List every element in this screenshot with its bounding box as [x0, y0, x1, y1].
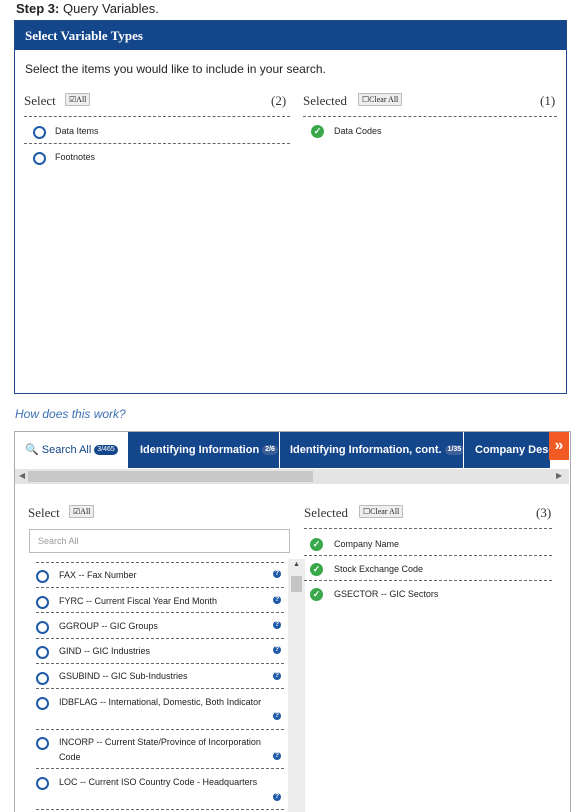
radio-icon[interactable]: [33, 126, 46, 139]
radio-icon[interactable]: [36, 672, 49, 685]
radio-icon[interactable]: [36, 621, 49, 634]
radio-icon[interactable]: [36, 697, 49, 710]
instruction-text: Select the items you would like to inclu…: [25, 62, 326, 76]
tab-search-all[interactable]: 🔍 Search All 3/465: [15, 432, 127, 468]
scroll-right-icon[interactable]: ▶: [556, 471, 562, 480]
check-icon[interactable]: ✓: [311, 125, 324, 138]
list-item[interactable]: Footnotes: [55, 152, 95, 162]
divider: [36, 729, 284, 730]
list-item[interactable]: GSUBIND -- GIC Sub-Industries: [59, 671, 188, 681]
step-heading: Step 3: Query Variables.: [16, 1, 159, 16]
scrollbar-thumb[interactable]: [28, 471, 313, 482]
selected-heading: Selected: [303, 93, 348, 108]
radio-icon[interactable]: [36, 570, 49, 583]
divider: [24, 143, 290, 144]
select-count: (2): [271, 93, 287, 108]
radio-icon[interactable]: [36, 737, 49, 750]
divider: [36, 587, 284, 588]
check-icon[interactable]: ✓: [310, 563, 323, 576]
divider: [36, 688, 284, 689]
help-icon[interactable]: ?: [273, 752, 281, 760]
search-icon: 🔍: [25, 444, 39, 456]
vertical-scrollbar[interactable]: ▲: [288, 559, 305, 812]
chevron-right-icon[interactable]: »: [549, 432, 569, 460]
divider: [36, 612, 284, 613]
divider: [304, 580, 552, 581]
radio-icon[interactable]: [36, 777, 49, 790]
selected-item[interactable]: GSECTOR -- GIC Sectors: [334, 589, 438, 599]
how-does-this-work-link[interactable]: How does this work?: [15, 407, 126, 421]
select-heading: Select: [24, 93, 56, 108]
check-icon[interactable]: ✓: [310, 538, 323, 551]
selected-item[interactable]: Data Codes: [334, 126, 382, 136]
horizontal-scrollbar[interactable]: ◀ ▶: [15, 469, 569, 484]
list-item[interactable]: GGROUP -- GIC Groups: [59, 621, 158, 631]
clear-all-button[interactable]: ☐Clear All: [358, 93, 403, 106]
help-icon[interactable]: ?: [273, 621, 281, 629]
selected-heading: Selected: [304, 505, 349, 520]
list-item[interactable]: INCORP -- Current State/Province of Inco…: [59, 737, 261, 747]
list-item[interactable]: LOC -- Current ISO Country Code - Headqu…: [59, 777, 257, 787]
radio-icon[interactable]: [36, 646, 49, 659]
select-all-button[interactable]: ☑All: [69, 505, 95, 518]
variables-panel: 🔍 Search All 3/465 Identifying Informatio…: [14, 431, 571, 812]
divider: [24, 116, 290, 117]
clear-all-button[interactable]: ☐Clear All: [359, 505, 404, 518]
tab-identifying-information-cont[interactable]: Identifying Information, cont. 1/35: [279, 432, 463, 468]
selected-item[interactable]: Stock Exchange Code: [334, 564, 423, 574]
radio-icon[interactable]: [36, 596, 49, 609]
help-icon[interactable]: ?: [273, 712, 281, 720]
list-item[interactable]: IDBFLAG -- International, Domestic, Both…: [59, 697, 261, 707]
help-icon[interactable]: ?: [273, 596, 281, 604]
tab-company-desc[interactable]: Company Desc: [463, 432, 550, 468]
scrollbar-thumb[interactable]: [291, 576, 302, 592]
available-list: ▲ FAX -- Fax Number ? FYRC -- Current Fi…: [29, 559, 305, 812]
divider: [303, 116, 557, 117]
scroll-up-icon[interactable]: ▲: [293, 561, 300, 568]
search-input[interactable]: Search All: [29, 529, 290, 553]
divider: [36, 768, 284, 769]
help-icon[interactable]: ?: [273, 672, 281, 680]
selected-item[interactable]: Company Name: [334, 539, 399, 549]
divider: [304, 528, 552, 529]
list-item[interactable]: Data Items: [55, 126, 99, 136]
list-item[interactable]: FYRC -- Current Fiscal Year End Month: [59, 596, 217, 606]
check-icon[interactable]: ✓: [310, 588, 323, 601]
variable-types-panel: Select Variable Types Select the items y…: [14, 20, 567, 394]
scroll-left-icon[interactable]: ◀: [19, 471, 25, 480]
tab-identifying-information[interactable]: Identifying Information 2/6: [127, 432, 279, 468]
divider: [304, 555, 552, 556]
panel-title: Select Variable Types: [15, 21, 566, 50]
help-icon[interactable]: ?: [273, 793, 281, 801]
help-icon[interactable]: ?: [273, 570, 281, 578]
divider: [36, 562, 284, 563]
radio-icon[interactable]: [33, 152, 46, 165]
list-item[interactable]: GIND -- GIC Industries: [59, 646, 150, 656]
list-item[interactable]: FAX -- Fax Number: [59, 570, 137, 580]
selected-count: (1): [540, 93, 556, 108]
divider: [36, 638, 284, 639]
divider: [36, 663, 284, 664]
select-heading: Select: [28, 505, 60, 520]
selected-count: (3): [536, 505, 552, 520]
select-all-button[interactable]: ☑All: [65, 93, 91, 106]
list-item-continued[interactable]: Code: [59, 752, 81, 762]
help-icon[interactable]: ?: [273, 646, 281, 654]
divider: [36, 809, 284, 810]
